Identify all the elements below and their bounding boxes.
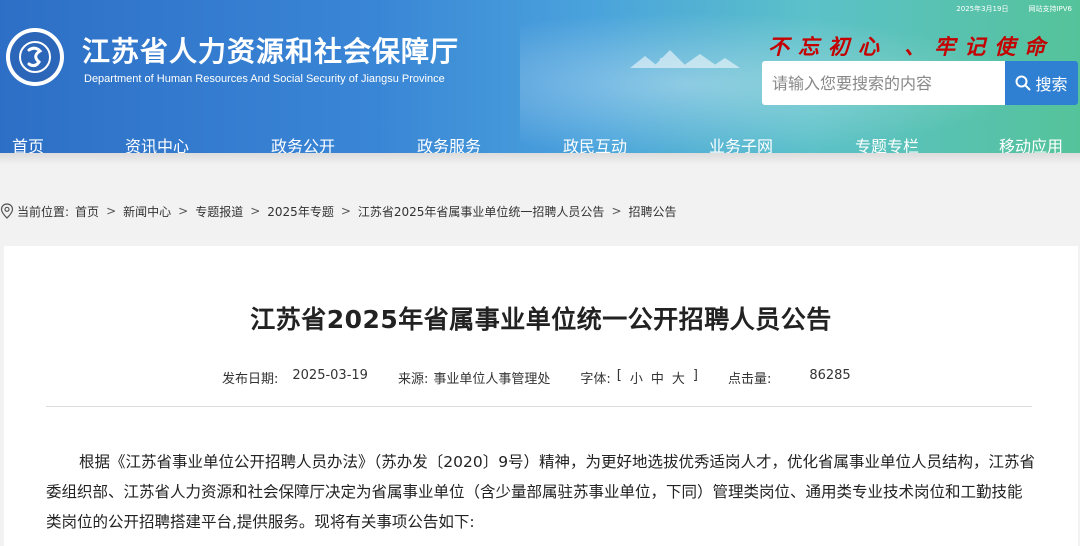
current-date: 2025年3月19日 [956, 5, 1009, 13]
breadcrumb-separator: > [178, 204, 189, 218]
breadcrumb-item-home[interactable]: 首页 [75, 203, 99, 220]
search-input[interactable] [762, 61, 1005, 105]
breadcrumb: 当前位置: 首页 > 新闻中心 > 专题报道 > 2025年专题 > 江苏省20… [0, 202, 677, 220]
breadcrumb-item-special-reports[interactable]: 专题报道 [195, 203, 243, 220]
article-meta: 发布日期: 2025-03-19 来源: 事业单位人事管理处 字体: [ 小 中… [222, 368, 851, 387]
search-icon [1015, 75, 1031, 91]
header-shadow [0, 153, 1080, 165]
search-button[interactable]: 搜索 [1005, 61, 1078, 105]
font-size-small-button[interactable]: 小 [630, 368, 643, 387]
article-paragraph: 根据《江苏省事业单位公开招聘人员办法》（苏办发〔2020〕9号）精神，为更好地选… [46, 453, 1036, 531]
font-size-large-button[interactable]: 大 [672, 368, 685, 387]
search-button-label: 搜索 [1035, 75, 1068, 94]
site-subtitle: Department of Human Resources And Social… [84, 73, 445, 85]
publish-date-label: 发布日期: [222, 372, 279, 387]
breadcrumb-separator: > [340, 204, 351, 218]
landscape-illustration [630, 50, 740, 68]
meta-divider [46, 406, 1032, 407]
breadcrumb-separator: > [611, 204, 622, 218]
location-pin-icon [0, 203, 14, 219]
nav-home[interactable]: 首页 [12, 133, 44, 153]
publish-date: 2025-03-19 [292, 368, 368, 383]
ipv6-badge: 网站支持IPV6 [1028, 5, 1072, 13]
slogan: 不忘初心 、牢记使命 [768, 34, 1055, 59]
font-size-medium-button[interactable]: 中 [651, 368, 664, 387]
breadcrumb-separator: > [250, 204, 261, 218]
nav-mobile-apps[interactable]: 移动应用 [999, 133, 1063, 153]
nav-business-subsites[interactable]: 业务子网 [709, 133, 773, 153]
top-meta: 2025年3月19日 网站支持IPV6 [956, 4, 1072, 14]
article-body: 根据《江苏省事业单位公开招聘人员办法》（苏办发〔2020〕9号）精神，为更好地选… [46, 447, 1036, 537]
hits-label: 点击量: [727, 372, 772, 387]
article-title: 江苏省2025年省属事业单位统一公开招聘人员公告 [250, 305, 832, 334]
main-nav: 首页 资讯中心 政务公开 政务服务 政民互动 业务子网 专题专栏 移动应用 [0, 128, 1080, 153]
hits-value: 86285 [809, 368, 851, 383]
font-size-label: 字体: [580, 372, 611, 387]
site-title[interactable]: 江苏省人力资源和社会保障厅 [82, 30, 459, 70]
breadcrumb-prefix: 当前位置: [17, 204, 70, 219]
source-value: 事业单位人事管理处 [433, 372, 551, 387]
site-logo[interactable] [6, 28, 64, 86]
logo-emblem-icon [10, 32, 60, 82]
article-panel: 江苏省2025年省属事业单位统一公开招聘人员公告 发布日期: 2025-03-1… [4, 246, 1078, 546]
nav-special-topics[interactable]: 专题专栏 [855, 133, 919, 153]
breadcrumb-item-recruitment-notice[interactable]: 招聘公告 [629, 203, 677, 220]
nav-public-interaction[interactable]: 政民互动 [563, 133, 627, 153]
nav-government-disclosure[interactable]: 政务公开 [271, 133, 335, 153]
breadcrumb-item-news-center[interactable]: 新闻中心 [123, 203, 171, 220]
breadcrumb-item-recruitment-topic[interactable]: 江苏省2025年省属事业单位统一招聘人员公告 [358, 203, 605, 220]
nav-government-services[interactable]: 政务服务 [417, 133, 481, 153]
breadcrumb-separator: > [106, 204, 117, 218]
source-label: 来源: [397, 372, 429, 387]
breadcrumb-item-2025-topics[interactable]: 2025年专题 [267, 203, 334, 220]
site-header: 2025年3月19日 网站支持IPV6 江苏省人力资源和社会保障厅 Depart… [0, 0, 1080, 153]
nav-news-center[interactable]: 资讯中心 [125, 133, 189, 153]
